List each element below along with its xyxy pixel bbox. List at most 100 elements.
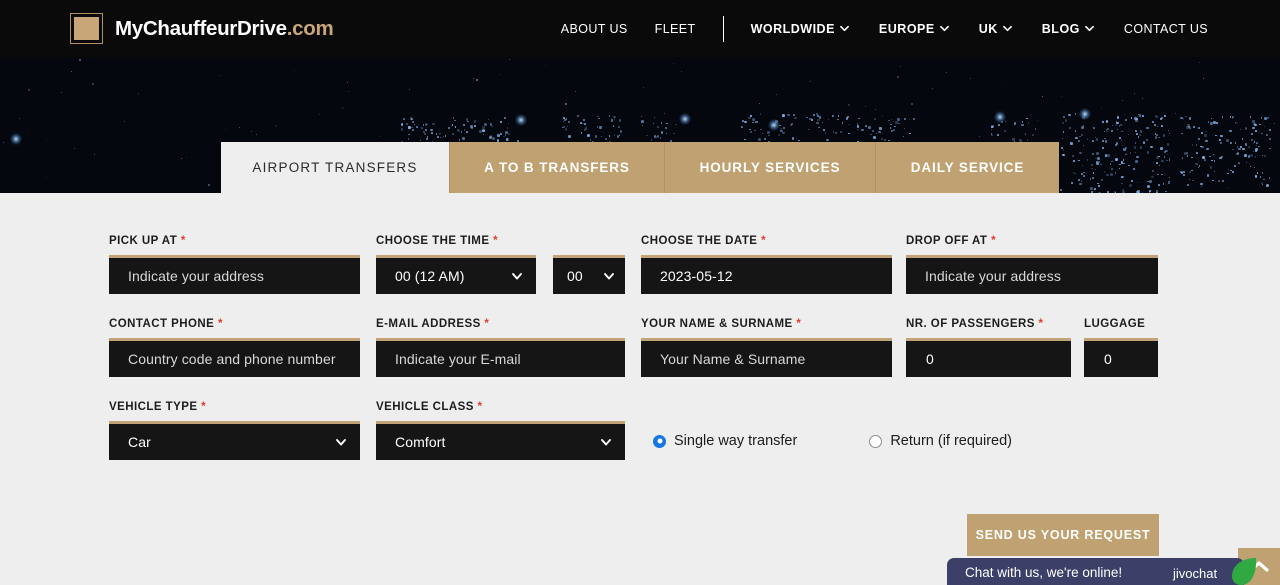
radio-label: Return (if required) <box>890 433 1012 449</box>
chevron-down-icon <box>511 270 523 282</box>
chevron-down-icon <box>1002 24 1012 33</box>
chevron-down-icon <box>1084 24 1094 33</box>
pickup-placeholder: Indicate your address <box>128 268 264 284</box>
nav-item-blog[interactable]: BLOG <box>1042 22 1094 36</box>
phone-input[interactable]: Country code and phone number <box>109 338 360 377</box>
square-logo-icon <box>70 13 103 44</box>
pickup-input[interactable]: Indicate your address <box>109 255 360 294</box>
nav-item-label: BLOG <box>1041 21 1080 36</box>
required-marker: * <box>1038 318 1044 330</box>
time-minute-select[interactable]: 00 <box>553 255 625 294</box>
field-label: VEHICLE CLASS * <box>376 401 483 413</box>
field-dropoff: DROP OFF AT * Indicate your address <box>906 235 1158 294</box>
radio-label: Single way transfer <box>674 433 798 449</box>
logo[interactable]: MyChauffeurDrive.com <box>70 13 334 44</box>
field-email: E-MAIL ADDRESS * Indicate your E-mail <box>376 318 625 377</box>
email-placeholder: Indicate your E-mail <box>395 351 521 367</box>
logo-text: MyChauffeurDrive.com <box>115 16 334 41</box>
passengers-input[interactable]: 0 <box>906 338 1071 377</box>
logo-text-accent: .com <box>286 16 334 40</box>
luggage-value: 0 <box>1104 351 1112 367</box>
field-label: E-MAIL ADDRESS * <box>376 318 490 330</box>
chevron-down-icon <box>939 24 949 33</box>
vehicle-type-select[interactable]: Car <box>109 421 360 460</box>
field-label: CONTACT PHONE * <box>109 318 223 330</box>
required-marker: * <box>484 318 490 330</box>
chevron-down-icon <box>335 436 347 448</box>
logo-text-primary: MyChauffeurDrive <box>115 16 287 40</box>
required-marker: * <box>180 235 186 247</box>
field-label: VEHICLE TYPE * <box>109 401 207 413</box>
service-tabs: AIRPORT TRANSFERS A TO B TRANSFERS HOURL… <box>221 142 1059 193</box>
date-value: 2023-05-12 <box>660 268 733 284</box>
site-header: MyChauffeurDrive.com ABOUT US FLEET WORL… <box>0 0 1280 57</box>
trip-type-group: Single way transfer Return (if required) <box>653 433 1012 449</box>
radio-single-way-transfer[interactable]: Single way transfer <box>653 433 797 449</box>
tab-label: HOURLY SERVICES <box>699 160 841 175</box>
passengers-value: 0 <box>926 351 934 367</box>
radio-return-if-required[interactable]: Return (if required) <box>869 433 1012 449</box>
nav-item-label: EUROPE <box>878 21 935 36</box>
nav-item-label: WORLDWIDE <box>750 21 835 36</box>
field-vehicle-class: VEHICLE CLASS * Comfort <box>376 401 625 460</box>
tab-hourly-services[interactable]: HOURLY SERVICES <box>665 142 876 193</box>
email-input[interactable]: Indicate your E-mail <box>376 338 625 377</box>
tab-a-to-b-transfers[interactable]: A TO B TRANSFERS <box>450 142 665 193</box>
field-label: DROP OFF AT * <box>906 235 996 247</box>
nav-item-label: UK <box>978 21 998 36</box>
field-label: LUGGAGE <box>1084 318 1146 330</box>
name-placeholder: Your Name & Surname <box>660 351 806 367</box>
field-time-minute: 00 <box>553 235 625 294</box>
time-hour-select[interactable]: 00 (12 AM) <box>376 255 536 294</box>
dropoff-input[interactable]: Indicate your address <box>906 255 1158 294</box>
required-marker: * <box>493 235 499 247</box>
nav-item-label: CONTACT US <box>1123 21 1208 36</box>
field-label: CHOOSE THE TIME * <box>376 235 499 247</box>
nav-item-contact-us[interactable]: CONTACT US <box>1124 22 1208 36</box>
required-marker: * <box>217 318 223 330</box>
name-input[interactable]: Your Name & Surname <box>641 338 892 377</box>
vehicle-class-select[interactable]: Comfort <box>376 421 625 460</box>
nav-item-europe[interactable]: EUROPE <box>879 22 949 36</box>
vehicle-type-value: Car <box>128 434 151 450</box>
field-name: YOUR NAME & SURNAME * Your Name & Surnam… <box>641 318 892 377</box>
date-input[interactable]: 2023-05-12 <box>641 255 892 294</box>
field-label: YOUR NAME & SURNAME * <box>641 318 802 330</box>
field-label: PICK UP AT * <box>109 235 186 247</box>
nav-item-about-us[interactable]: ABOUT US <box>561 22 628 36</box>
vehicle-class-value: Comfort <box>395 434 446 450</box>
chevron-down-icon <box>600 436 612 448</box>
nav-item-uk[interactable]: UK <box>979 22 1012 36</box>
field-passengers: NR. OF PASSENGERS * 0 <box>906 318 1071 377</box>
field-time-hour: CHOOSE THE TIME * 00 (12 AM) <box>376 235 536 294</box>
radio-indicator <box>869 434 883 448</box>
field-vehicle-type: VEHICLE TYPE * Car <box>109 401 360 460</box>
field-date: CHOOSE THE DATE * 2023-05-12 <box>641 235 892 294</box>
chevron-down-icon <box>603 270 615 282</box>
time-minute-value: 00 <box>567 268 583 284</box>
send-request-button[interactable]: SEND US YOUR REQUEST <box>967 514 1159 556</box>
tab-daily-service[interactable]: DAILY SERVICE <box>876 142 1059 193</box>
scroll-to-top-button[interactable] <box>1238 548 1280 585</box>
time-hour-value: 00 (12 AM) <box>395 268 465 284</box>
jivochat-bar[interactable]: Chat with us, we're online! jivochat <box>947 558 1244 585</box>
tab-label: DAILY SERVICE <box>910 160 1025 175</box>
required-marker: * <box>796 318 802 330</box>
field-luggage: LUGGAGE 0 <box>1084 318 1158 377</box>
chevron-down-icon <box>840 24 849 33</box>
field-label: CHOOSE THE DATE * <box>641 235 767 247</box>
nav-item-label: ABOUT US <box>560 21 628 36</box>
tab-airport-transfers[interactable]: AIRPORT TRANSFERS <box>221 142 450 193</box>
nav-item-worldwide[interactable]: WORLDWIDE <box>751 22 849 36</box>
dropoff-placeholder: Indicate your address <box>925 268 1061 284</box>
chat-message: Chat with us, we're online! <box>965 565 1123 580</box>
chat-brand-label: jivochat <box>1173 566 1218 581</box>
field-label-spacer <box>553 235 625 249</box>
chevron-up-icon <box>1249 561 1269 572</box>
phone-placeholder: Country code and phone number <box>128 351 336 367</box>
send-request-label: SEND US YOUR REQUEST <box>975 528 1151 542</box>
nav-divider <box>722 15 724 42</box>
field-label: NR. OF PASSENGERS * <box>906 318 1044 330</box>
luggage-input[interactable]: 0 <box>1084 338 1158 377</box>
nav-item-fleet[interactable]: FLEET <box>655 22 696 36</box>
